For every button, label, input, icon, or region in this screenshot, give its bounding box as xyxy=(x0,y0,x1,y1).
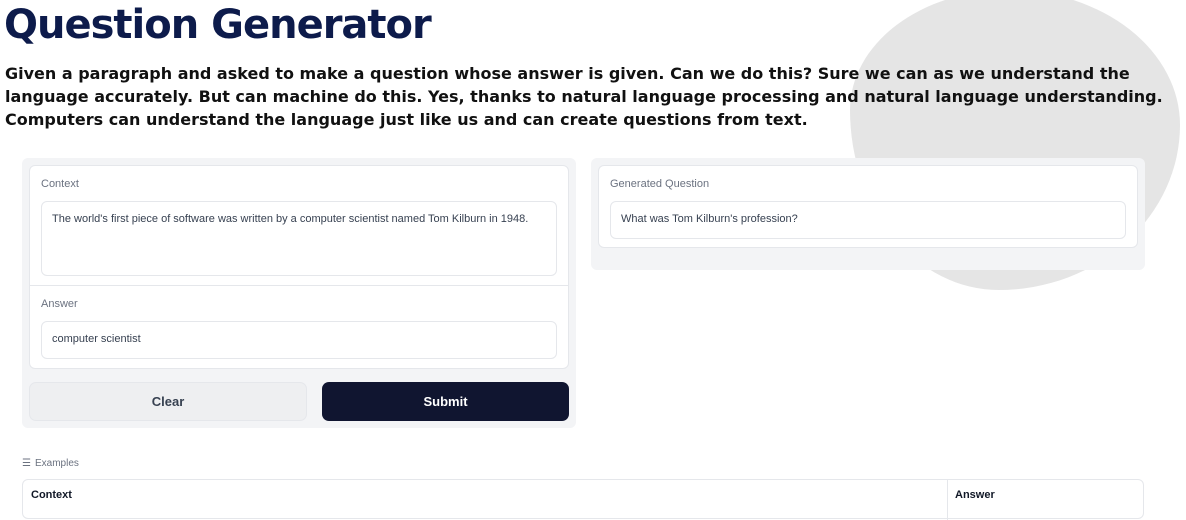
submit-button[interactable]: Submit xyxy=(322,382,569,421)
answer-label: Answer xyxy=(41,298,78,310)
examples-table[interactable]: Context Answer xyxy=(22,479,1144,520)
context-label: Context xyxy=(41,178,79,190)
generated-question-output[interactable]: What was Tom Kilburn's profession? xyxy=(610,201,1126,239)
input-fields-box: Context The world's first piece of softw… xyxy=(29,165,569,369)
output-panel: Generated Question What was Tom Kilburn'… xyxy=(591,158,1145,270)
clear-button[interactable]: Clear xyxy=(29,382,307,421)
examples-header: ☰ Examples xyxy=(22,458,79,469)
input-panel: Context The world's first piece of softw… xyxy=(22,158,576,428)
page-title: Question Generator xyxy=(4,2,432,48)
output-box: Generated Question What was Tom Kilburn'… xyxy=(598,165,1138,248)
field-divider xyxy=(30,285,568,286)
context-textarea[interactable]: The world's first piece of software was … xyxy=(41,201,557,276)
list-icon: ☰ xyxy=(22,458,31,469)
examples-label: Examples xyxy=(34,458,79,469)
examples-column-answer: Answer xyxy=(955,489,995,501)
examples-column-context: Context xyxy=(31,489,72,501)
generated-question-label: Generated Question xyxy=(610,178,710,190)
answer-input[interactable]: computer scientist xyxy=(41,321,557,359)
page-description: Given a paragraph and asked to make a qu… xyxy=(5,64,1163,129)
column-divider xyxy=(947,480,948,520)
